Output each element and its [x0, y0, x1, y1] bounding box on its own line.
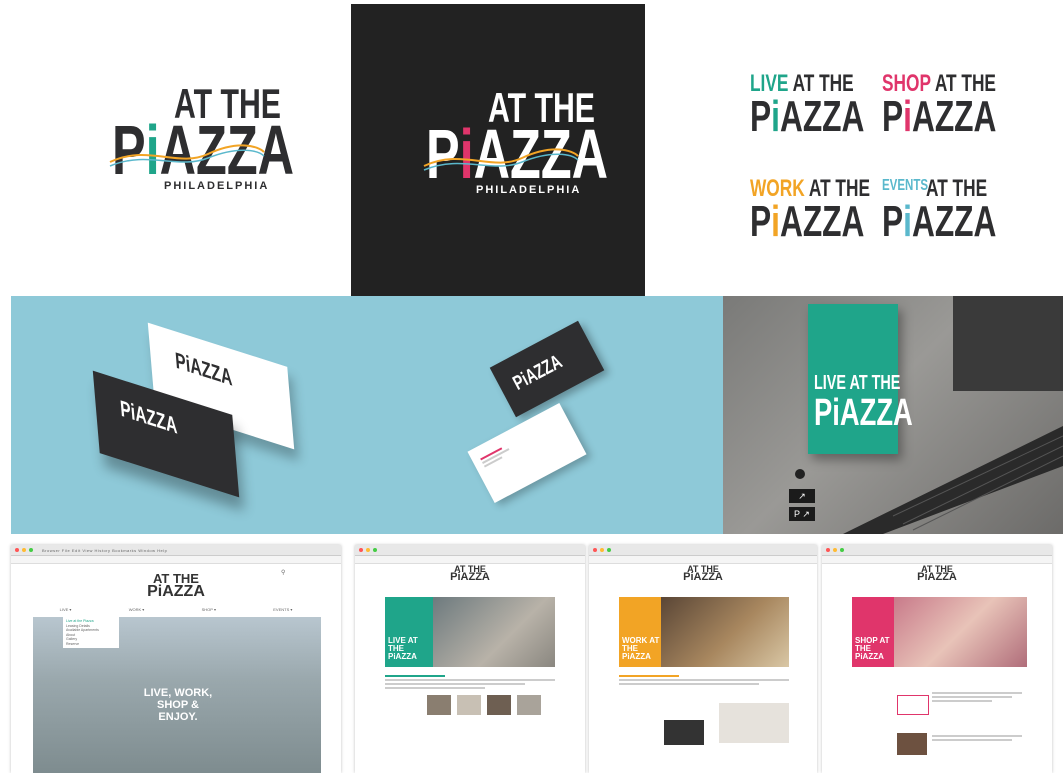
variant-logos-panel: LIVE AT THE PiAZZA SHOP AT THE PiAZZA WO… — [650, 0, 1063, 296]
website-shop-mockup: AT THE PiAZZA SHOP AT THE PiAZZA — [822, 545, 1052, 773]
light-fixture — [795, 469, 805, 479]
logo-city: PHILADELPHIA — [164, 180, 270, 192]
nav-events[interactable]: EVENTS ▾ — [273, 607, 292, 612]
website-live-mockup: AT THE PiAZZA LIVE AT THE PiAZZA — [355, 545, 585, 773]
site-logo[interactable]: AT THE PiAZZA — [450, 564, 490, 583]
thumbnail-row — [427, 695, 541, 715]
page-hero-title: SHOP AT THE PiAZZA — [855, 636, 890, 661]
live-dropdown-menu: Live at the Piazza Leasing Details Avail… — [63, 617, 119, 649]
white-card-back — [467, 402, 587, 504]
page-hero-title: LIVE AT THE PiAZZA — [388, 636, 418, 661]
url-bar[interactable] — [11, 556, 341, 564]
page-hero-title: WORK AT THE PiAZZA — [622, 636, 660, 661]
page-hero: SHOP AT THE PiAZZA — [852, 597, 1027, 667]
business-card-flat-mockup: PiAZZA — [367, 296, 723, 534]
page-hero: WORK AT THE PiAZZA — [619, 597, 789, 667]
hero-image: Live at the Piazza Leasing Details Avail… — [33, 617, 321, 773]
wayfinding-sign-2: P ↗ — [789, 507, 815, 521]
page-hero: LIVE AT THE PiAZZA — [385, 597, 555, 667]
business-card-stack-mockup: PiAZZA PiAZZA — [11, 296, 367, 534]
dark-card-front: PiAZZA — [489, 320, 605, 418]
hero-tagline: LIVE, WORK, SHOP & ENJOY. — [143, 687, 213, 724]
ceiling-beam — [953, 296, 1063, 391]
swoosh-icon — [423, 148, 579, 171]
site-logo[interactable]: AT THE PiAZZA — [147, 572, 205, 599]
website-home-mockup: Browser File Edit View History Bookmarks… — [11, 545, 341, 773]
dropdown-item[interactable]: Reserve — [66, 642, 116, 647]
nav-live[interactable]: LIVE ▾ — [60, 607, 72, 612]
site-logo[interactable]: AT THE PiAZZA — [917, 564, 957, 583]
staircase-illustration — [843, 426, 1063, 534]
logo-panel-dark: AT THE PiAZZA PHILADELPHIA — [351, 4, 645, 296]
site-nav: LIVE ▾ WORK ▾ SHOP ▾ EVENTS ▾ — [31, 607, 321, 612]
banner-mockup: LIVE AT THE PiAZZA ↗ P ↗ — [723, 296, 1063, 534]
swoosh-icon — [109, 144, 265, 167]
logo-city: PHILADELPHIA — [476, 184, 582, 196]
logo-panel-light: AT THE PiAZZA PHILADELPHIA — [0, 0, 350, 296]
website-work-mockup: AT THE PiAZZA WORK AT THE PiAZZA — [589, 545, 817, 773]
wayfinding-sign-1: ↗ — [789, 489, 815, 503]
site-map[interactable] — [719, 703, 789, 743]
search-icon[interactable]: ⚲ — [281, 569, 285, 576]
site-logo[interactable]: AT THE PiAZZA — [683, 564, 723, 583]
nav-shop[interactable]: SHOP ▾ — [202, 607, 216, 612]
nav-work[interactable]: WORK ▾ — [129, 607, 145, 612]
